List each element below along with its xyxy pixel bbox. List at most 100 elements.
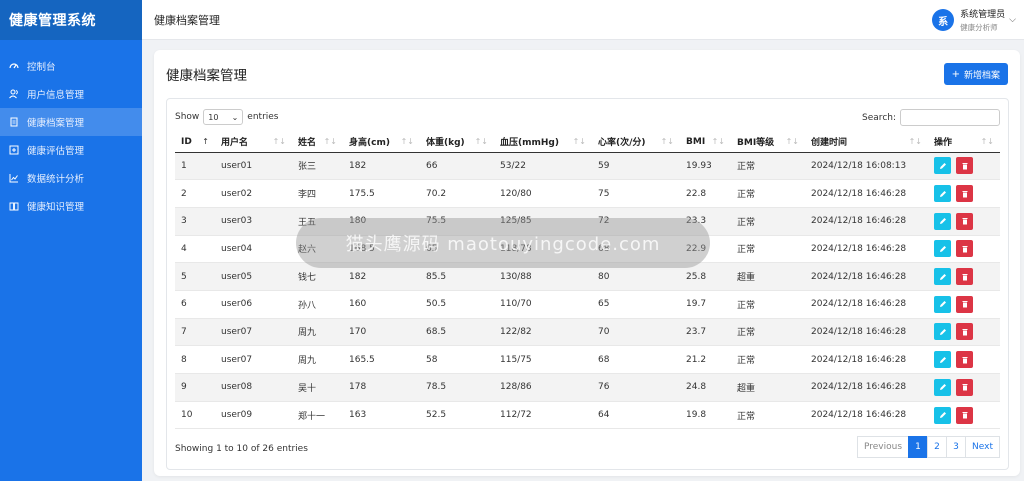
delete-button[interactable] bbox=[956, 157, 973, 175]
table-cell: 70.2 bbox=[420, 179, 494, 208]
trash-icon bbox=[962, 245, 967, 253]
next-page-button[interactable]: Next bbox=[965, 436, 1000, 458]
table-cell: 175.5 bbox=[343, 179, 420, 208]
user-name: 系统管理员 bbox=[960, 10, 1006, 20]
table-cell: 65 bbox=[592, 290, 680, 319]
table-cell: 120/80 bbox=[494, 179, 592, 208]
sidebar-item-label: 健康知识管理 bbox=[27, 202, 85, 213]
column-header[interactable]: 身高(cm) ↑↓ bbox=[343, 132, 420, 153]
table-cell: 182 bbox=[343, 152, 420, 181]
sidebar-item-label: 健康评估管理 bbox=[27, 146, 85, 157]
sidebar-item-knowledge[interactable]: 健康知识管理 bbox=[0, 192, 142, 220]
column-header[interactable]: 心率(次/分) ↑↓ bbox=[592, 132, 680, 153]
column-header[interactable]: 用户名 ↑↓ bbox=[215, 132, 292, 153]
delete-button[interactable] bbox=[956, 406, 973, 424]
edit-button[interactable] bbox=[934, 240, 951, 258]
column-header-label: BMI等级 bbox=[737, 138, 775, 149]
page-title: 健康档案管理 bbox=[154, 13, 220, 27]
sort-icon: ↑↓ bbox=[474, 137, 488, 146]
table-cell: 郑十一 bbox=[292, 401, 343, 430]
delete-button[interactable] bbox=[956, 378, 973, 396]
table-row: 2 user02 李四 175.5 70.2 120/80 75 22.8 正常 2024/12/… bbox=[175, 179, 1000, 208]
plus-square-icon bbox=[9, 145, 19, 155]
table-cell: 正常 bbox=[731, 290, 805, 319]
page-size-select[interactable]: 10 ⌄ bbox=[203, 109, 244, 125]
edit-button[interactable] bbox=[934, 212, 951, 230]
edit-button[interactable] bbox=[934, 406, 951, 424]
column-header[interactable]: 操作 ↑↓ bbox=[928, 132, 1000, 153]
table-cell: 22.8 bbox=[680, 179, 731, 208]
page-button-2[interactable]: 2 bbox=[927, 436, 948, 458]
search-input[interactable] bbox=[900, 109, 1000, 126]
table-info: Showing 1 to 10 of 26 entries bbox=[175, 444, 308, 454]
trash-icon bbox=[962, 356, 967, 364]
previous-page-button[interactable]: Previous bbox=[856, 436, 910, 458]
column-header-label: 身高(cm) bbox=[349, 138, 390, 149]
table-cell: 52.5 bbox=[420, 401, 494, 430]
delete-button[interactable] bbox=[956, 323, 973, 341]
table-cell: 24.8 bbox=[680, 373, 731, 402]
page-button-1[interactable]: 1 bbox=[908, 436, 929, 458]
table-cell: user07 bbox=[215, 318, 292, 347]
table-cell: 76 bbox=[592, 373, 680, 402]
delete-button[interactable] bbox=[956, 240, 973, 258]
sidebar-item-dashboard[interactable]: 控制台 bbox=[0, 52, 142, 80]
edit-button[interactable] bbox=[934, 351, 951, 369]
add-record-button[interactable]: + 新增档案 bbox=[943, 63, 1008, 85]
pencil-icon bbox=[939, 356, 946, 363]
actions-cell bbox=[928, 179, 1000, 208]
edit-button[interactable] bbox=[934, 157, 951, 175]
delete-button[interactable] bbox=[956, 268, 973, 286]
brand-title: 健康管理系统 bbox=[0, 0, 142, 40]
table-body: 1 user01 张三 182 66 53/22 59 19.93 正常 2024/12/18 1… bbox=[175, 152, 1000, 430]
edit-button[interactable] bbox=[934, 185, 951, 203]
edit-button[interactable] bbox=[934, 295, 951, 313]
delete-button[interactable] bbox=[956, 351, 973, 369]
dashboard-icon bbox=[9, 61, 19, 71]
delete-button[interactable] bbox=[956, 295, 973, 313]
column-header-label: 体重(kg) bbox=[426, 138, 465, 149]
edit-button[interactable] bbox=[934, 268, 951, 286]
delete-button[interactable] bbox=[956, 212, 973, 230]
delete-button[interactable] bbox=[956, 185, 973, 203]
column-header[interactable]: 创建时间 ↑↓ bbox=[805, 132, 928, 153]
book-icon bbox=[9, 201, 19, 211]
sidebar-item-users[interactable]: 用户信息管理 bbox=[0, 80, 142, 108]
trash-icon bbox=[962, 162, 967, 170]
trash-icon bbox=[962, 301, 967, 308]
edit-button[interactable] bbox=[934, 323, 951, 341]
column-header[interactable]: 体重(kg) ↑↓ bbox=[420, 132, 494, 153]
table-cell: 6 bbox=[175, 290, 215, 319]
column-header[interactable]: ID ↑ bbox=[175, 132, 215, 153]
sidebar-item-health-assessment[interactable]: 健康评估管理 bbox=[0, 136, 142, 164]
table-cell: 19.7 bbox=[680, 290, 731, 319]
pencil-icon bbox=[939, 328, 946, 335]
table-cell: 孙八 bbox=[292, 290, 343, 319]
actions-cell bbox=[928, 401, 1000, 430]
chevron-down-icon: ⌵ bbox=[1009, 15, 1016, 25]
table-cell: 正常 bbox=[731, 318, 805, 347]
column-header[interactable]: 血压(mmHg) ↑↓ bbox=[494, 132, 592, 153]
page-button-3[interactable]: 3 bbox=[946, 436, 967, 458]
sort-icon: ↑↓ bbox=[908, 137, 922, 146]
sidebar-item-health-records[interactable]: 健康档案管理 bbox=[0, 108, 142, 136]
column-header-label: 创建时间 bbox=[811, 138, 848, 149]
sort-icon: ↑↓ bbox=[572, 137, 586, 146]
table-row: 7 user07 周九 170 68.5 122/82 70 23.7 正常 2024/12/18… bbox=[175, 318, 1000, 347]
table-cell: 75 bbox=[592, 179, 680, 208]
table-cell: 68 bbox=[592, 345, 680, 374]
table-cell: 7 bbox=[175, 318, 215, 347]
column-header[interactable]: 姓名 ↑↓ bbox=[292, 132, 343, 153]
column-header[interactable]: BMI ↑↓ bbox=[680, 132, 731, 153]
table-cell: 9 bbox=[175, 373, 215, 402]
entries-label: entries bbox=[247, 112, 279, 122]
table-cell: user02 bbox=[215, 179, 292, 208]
table-cell: 正常 bbox=[731, 345, 805, 374]
sort-icon: ↑↓ bbox=[400, 137, 414, 146]
user-menu[interactable]: 系 系统管理员 健康分析师 ⌵ bbox=[932, 7, 1016, 33]
table-cell: 58 bbox=[420, 345, 494, 374]
table-cell: user09 bbox=[215, 401, 292, 430]
sidebar-item-statistics[interactable]: 数据统计分析 bbox=[0, 164, 142, 192]
edit-button[interactable] bbox=[934, 378, 951, 396]
column-header[interactable]: BMI等级 ↑↓ bbox=[731, 132, 805, 153]
